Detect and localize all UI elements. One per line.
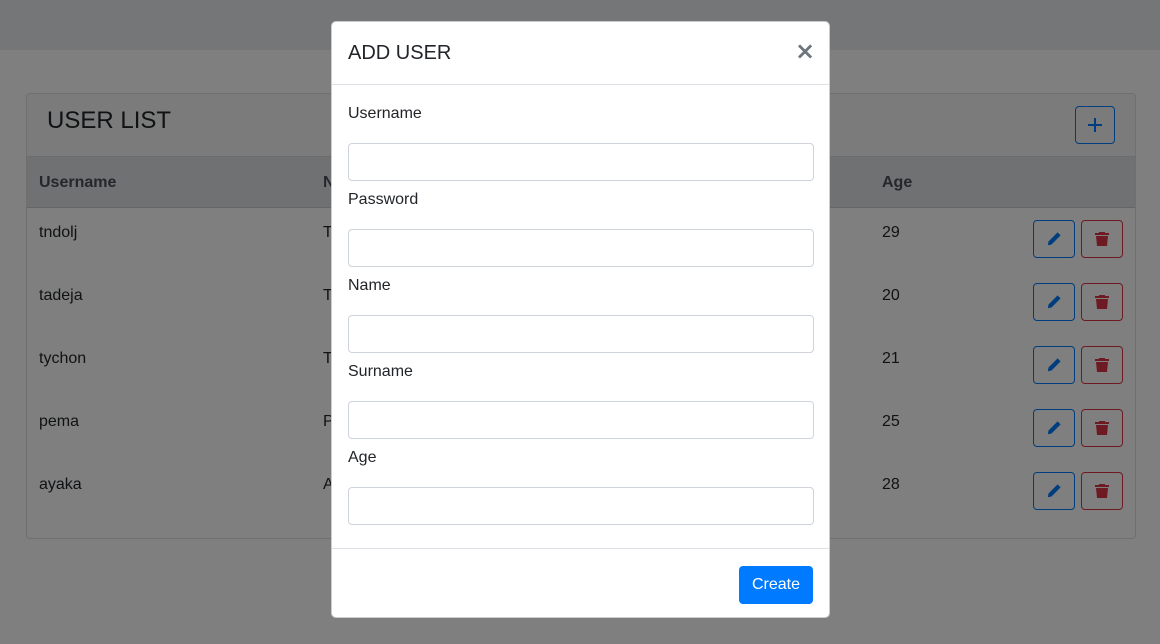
name-label: Name <box>348 277 391 294</box>
add-user-modal: ADD USER × Username Password Name Surnam… <box>331 21 830 618</box>
modal-header: ADD USER × <box>332 22 829 85</box>
form-group-name: Name <box>348 273 814 353</box>
form-group-age: Age <box>348 445 814 525</box>
page: USER LIST Username N Age tndolj T 29 tad… <box>0 0 1160 644</box>
modal-body: Username Password Name Surname Age <box>332 85 829 548</box>
age-input[interactable] <box>348 487 814 525</box>
form-group-username: Username <box>348 101 814 181</box>
create-button[interactable]: Create <box>739 566 813 604</box>
modal-title: ADD USER <box>348 42 452 64</box>
username-label: Username <box>348 105 422 122</box>
surname-label: Surname <box>348 363 413 380</box>
close-button[interactable]: × <box>795 39 815 63</box>
modal-footer: Create <box>332 548 829 617</box>
name-input[interactable] <box>348 315 814 353</box>
form-group-password: Password <box>348 187 814 267</box>
surname-input[interactable] <box>348 401 814 439</box>
password-label: Password <box>348 191 419 208</box>
age-label: Age <box>348 449 377 466</box>
form-group-surname: Surname <box>348 359 814 439</box>
username-input[interactable] <box>348 143 814 181</box>
password-input[interactable] <box>348 229 814 267</box>
